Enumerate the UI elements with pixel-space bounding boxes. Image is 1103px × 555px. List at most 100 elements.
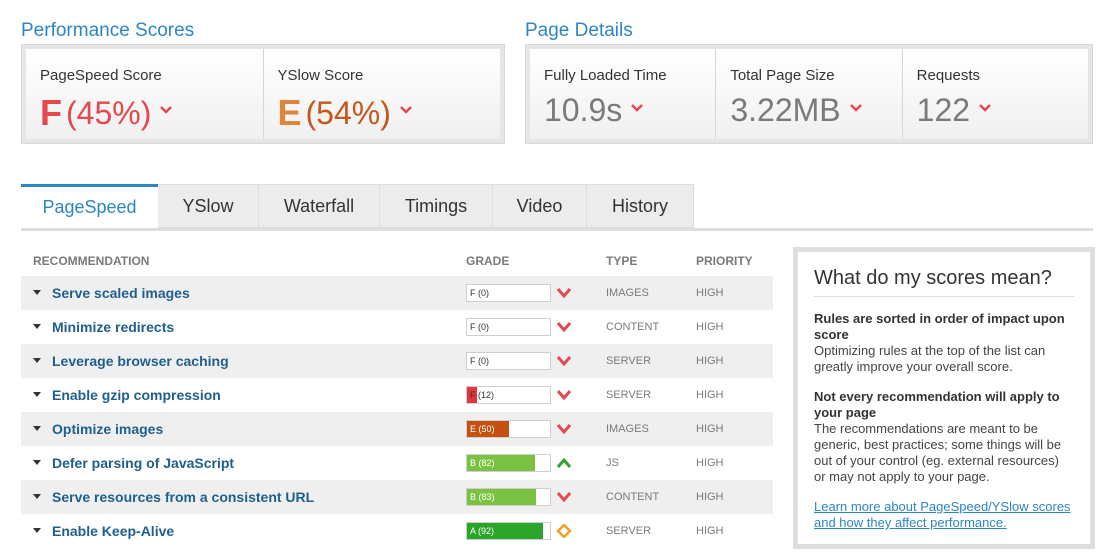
header-type: TYPE — [606, 254, 638, 268]
scores-help-panel: What do my scores mean? Rules are sorted… — [793, 247, 1095, 549]
recommendation-name[interactable]: Enable gzip compression — [52, 387, 221, 403]
trend-down-icon — [556, 322, 572, 333]
report-tabs: PageSpeed YSlow Waterfall Timings Video … — [21, 184, 694, 228]
fully-loaded-card[interactable]: Fully Loaded Time 10.9s — [530, 49, 717, 139]
requests-label: Requests — [916, 67, 981, 84]
page-details-panel: Fully Loaded Time 10.9s Total Page Size … — [525, 44, 1093, 144]
table-row[interactable]: Leverage browser caching F (0) SERVER HIGH — [21, 344, 773, 378]
expand-triangle-icon[interactable] — [33, 392, 41, 397]
recommendation-priority: HIGH — [696, 525, 724, 537]
performance-scores-title: Performance Scores — [21, 20, 195, 41]
recommendation-type: SERVER — [606, 525, 652, 537]
requests-value: 122 — [916, 92, 971, 128]
chevron-down-icon — [160, 106, 173, 114]
recommendation-type: IMAGES — [606, 423, 649, 435]
recommendation-type: IMAGES — [606, 287, 649, 299]
fully-loaded-label: Fully Loaded Time — [544, 67, 667, 84]
recommendation-name[interactable]: Defer parsing of JavaScript — [52, 455, 234, 471]
recommendation-priority: HIGH — [696, 457, 724, 469]
yslow-score-card[interactable]: YSlow Score E (54%) — [263, 49, 500, 139]
recommendation-name[interactable]: Serve scaled images — [52, 285, 190, 301]
help-text-apply: The recommendations are meant to be gene… — [814, 421, 1062, 484]
requests-card[interactable]: Requests 122 — [902, 49, 1088, 139]
chevron-down-icon — [631, 103, 644, 112]
expand-triangle-icon[interactable] — [33, 528, 41, 533]
page-size-value: 3.22MB — [730, 92, 841, 128]
recommendation-name[interactable]: Enable Keep-Alive — [52, 523, 174, 539]
page-details-title: Page Details — [525, 20, 633, 41]
expand-triangle-icon[interactable] — [33, 426, 41, 431]
tab-divider — [21, 228, 1093, 231]
grade-bar: A (92) — [466, 522, 551, 540]
header-grade: GRADE — [466, 254, 510, 268]
table-row[interactable]: Defer parsing of JavaScript B (82) JS HIGH — [21, 446, 773, 480]
trend-neutral-icon — [556, 524, 572, 538]
grade-bar: B (82) — [466, 454, 551, 472]
table-row[interactable]: Serve resources from a consistent URL B (… — [21, 480, 773, 514]
help-text-sorted: Optimizing rules at the top of the list … — [814, 343, 1046, 374]
recommendation-type: JS — [606, 457, 619, 469]
grade-value: B (83) — [470, 492, 495, 502]
grade-value: A (92) — [470, 526, 495, 536]
trend-down-icon — [556, 424, 572, 435]
recommendations-table: Serve scaled images F (0) IMAGES HIGH Minimi… — [21, 276, 773, 548]
tab-waterfall[interactable]: Waterfall — [259, 184, 380, 228]
grade-value: F (0) — [470, 322, 489, 332]
recommendation-priority: HIGH — [696, 423, 724, 435]
grade-bar: F (0) — [466, 318, 551, 336]
recommendation-name[interactable]: Optimize images — [52, 421, 163, 437]
table-row[interactable]: Enable gzip compression F (12) SERVER HIGH — [21, 378, 773, 412]
fully-loaded-value: 10.9s — [544, 92, 623, 128]
chevron-down-icon — [979, 103, 991, 112]
grade-value: F (0) — [470, 288, 489, 298]
table-row[interactable]: Enable Keep-Alive A (92) SERVER HIGH — [21, 514, 773, 548]
recommendation-type: CONTENT — [606, 321, 660, 333]
recommendation-type: CONTENT — [606, 491, 660, 503]
pagespeed-score-label: PageSpeed Score — [40, 67, 162, 84]
table-row[interactable]: Optimize images E (50) IMAGES HIGH — [21, 412, 773, 446]
table-row[interactable]: Minimize redirects F (0) CONTENT HIGH — [21, 310, 773, 344]
recommendation-priority: HIGH — [696, 287, 724, 299]
help-title: What do my scores mean? — [814, 267, 1074, 297]
learn-more-link[interactable]: Learn more about PageSpeed/YSlow scores … — [814, 499, 1074, 531]
grade-value: F (0) — [470, 356, 489, 366]
recommendation-priority: HIGH — [696, 355, 724, 367]
pagespeed-score-card[interactable]: PageSpeed Score F (45%) — [26, 49, 264, 139]
expand-triangle-icon[interactable] — [33, 290, 41, 295]
page-size-label: Total Page Size — [730, 67, 835, 84]
header-recommendation: RECOMMENDATION — [33, 254, 150, 268]
grade-value: F (12) — [470, 390, 495, 400]
grade-value: B (82) — [470, 458, 495, 468]
page-size-card[interactable]: Total Page Size 3.22MB — [716, 49, 903, 139]
trend-down-icon — [556, 390, 572, 401]
grade-bar: F (0) — [466, 284, 551, 302]
trend-up-icon — [556, 457, 572, 468]
expand-triangle-icon[interactable] — [33, 324, 41, 329]
tab-timings[interactable]: Timings — [380, 184, 493, 228]
recommendation-name[interactable]: Serve resources from a consistent URL — [52, 489, 314, 505]
recommendation-name[interactable]: Minimize redirects — [52, 319, 174, 335]
yslow-score-label: YSlow Score — [277, 67, 364, 84]
tab-video[interactable]: Video — [493, 184, 587, 228]
performance-scores-panel: PageSpeed Score F (45%) YSlow Score E (5… — [21, 44, 505, 144]
expand-triangle-icon[interactable] — [33, 460, 41, 465]
chevron-down-icon — [849, 103, 862, 112]
pagespeed-grade: F — [40, 92, 62, 133]
trend-down-icon — [556, 356, 572, 367]
expand-triangle-icon[interactable] — [33, 358, 41, 363]
chevron-down-icon — [399, 106, 412, 114]
tab-pagespeed[interactable]: PageSpeed — [21, 184, 158, 228]
tab-history[interactable]: History — [587, 184, 694, 228]
recommendation-priority: HIGH — [696, 321, 724, 333]
recommendation-priority: HIGH — [696, 389, 724, 401]
table-row[interactable]: Serve scaled images F (0) IMAGES HIGH — [21, 276, 773, 310]
help-heading-apply: Not every recommendation will apply to y… — [814, 389, 1060, 420]
trend-down-icon — [556, 288, 572, 299]
recommendation-name[interactable]: Leverage browser caching — [52, 353, 229, 369]
recommendation-type: SERVER — [606, 355, 652, 367]
expand-triangle-icon[interactable] — [33, 494, 41, 499]
yslow-grade: E — [277, 92, 302, 133]
header-priority: PRIORITY — [696, 254, 753, 268]
grade-value: E (50) — [470, 424, 495, 434]
tab-yslow[interactable]: YSlow — [158, 184, 259, 228]
